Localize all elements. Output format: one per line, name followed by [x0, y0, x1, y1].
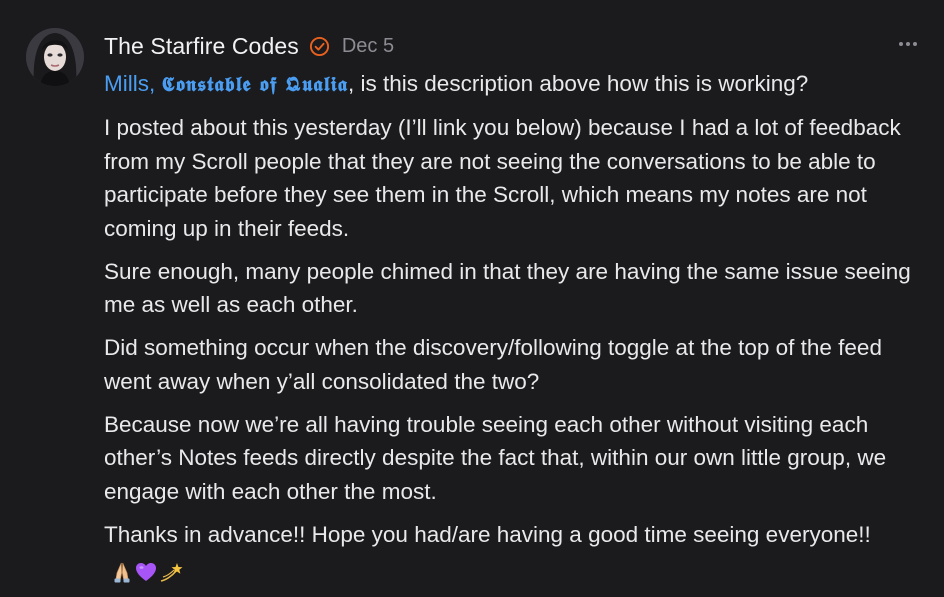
- note-card: The Starfire Codes Dec 5 Mills, 𝕮𝖔𝖓𝖘𝖙𝖆𝖇𝖑…: [0, 0, 944, 590]
- mention-question: , is this description above how this is …: [348, 71, 809, 96]
- closing-paragraph: Thanks in advance!! Hope you had/are hav…: [104, 518, 919, 588]
- emoji-group: [110, 554, 184, 588]
- folded-hands-icon: [114, 562, 130, 583]
- body-paragraph: I posted about this yesterday (I’ll link…: [104, 115, 901, 241]
- body-paragraph: Did something occur when the discovery/f…: [104, 335, 882, 394]
- author-name[interactable]: The Starfire Codes: [104, 33, 299, 60]
- dizzy-star-icon: [160, 563, 183, 582]
- author-avatar[interactable]: [26, 28, 84, 86]
- note-header: The Starfire Codes Dec 5: [104, 30, 394, 62]
- avatar-image: [26, 28, 84, 86]
- mention-paragraph: Mills, 𝕮𝖔𝖓𝖘𝖙𝖆𝖇𝖑𝖊 𝖔𝖋 𝕼𝖚𝖆𝖑𝖎𝖆, is this desc…: [104, 67, 919, 102]
- purple-heart-icon: [136, 563, 156, 582]
- body-paragraph: Because now we’re all having trouble see…: [104, 411, 887, 504]
- verified-badge-icon: [309, 36, 330, 57]
- mention-styled-title: 𝕮𝖔𝖓𝖘𝖙𝖆𝖇𝖑𝖊 𝖔𝖋 𝕼𝖚𝖆𝖑𝖎𝖆: [161, 72, 349, 96]
- more-options-button[interactable]: [898, 36, 918, 52]
- body-paragraph: Sure enough, many people chimed in that …: [104, 258, 911, 318]
- user-mention-link[interactable]: Mills, 𝕮𝖔𝖓𝖘𝖙𝖆𝖇𝖑𝖊 𝖔𝖋 𝕼𝖚𝖆𝖑𝖎𝖆: [104, 71, 348, 96]
- more-horizontal-icon: [899, 42, 917, 46]
- note-timestamp[interactable]: Dec 5: [342, 35, 394, 58]
- note-body: Mills, 𝕮𝖔𝖓𝖘𝖙𝖆𝖇𝖑𝖊 𝖔𝖋 𝕼𝖚𝖆𝖑𝖎𝖆, is this desc…: [104, 67, 919, 597]
- closing-text: Thanks in advance!! Hope you had/are hav…: [104, 521, 871, 547]
- mention-name: Mills,: [104, 71, 162, 96]
